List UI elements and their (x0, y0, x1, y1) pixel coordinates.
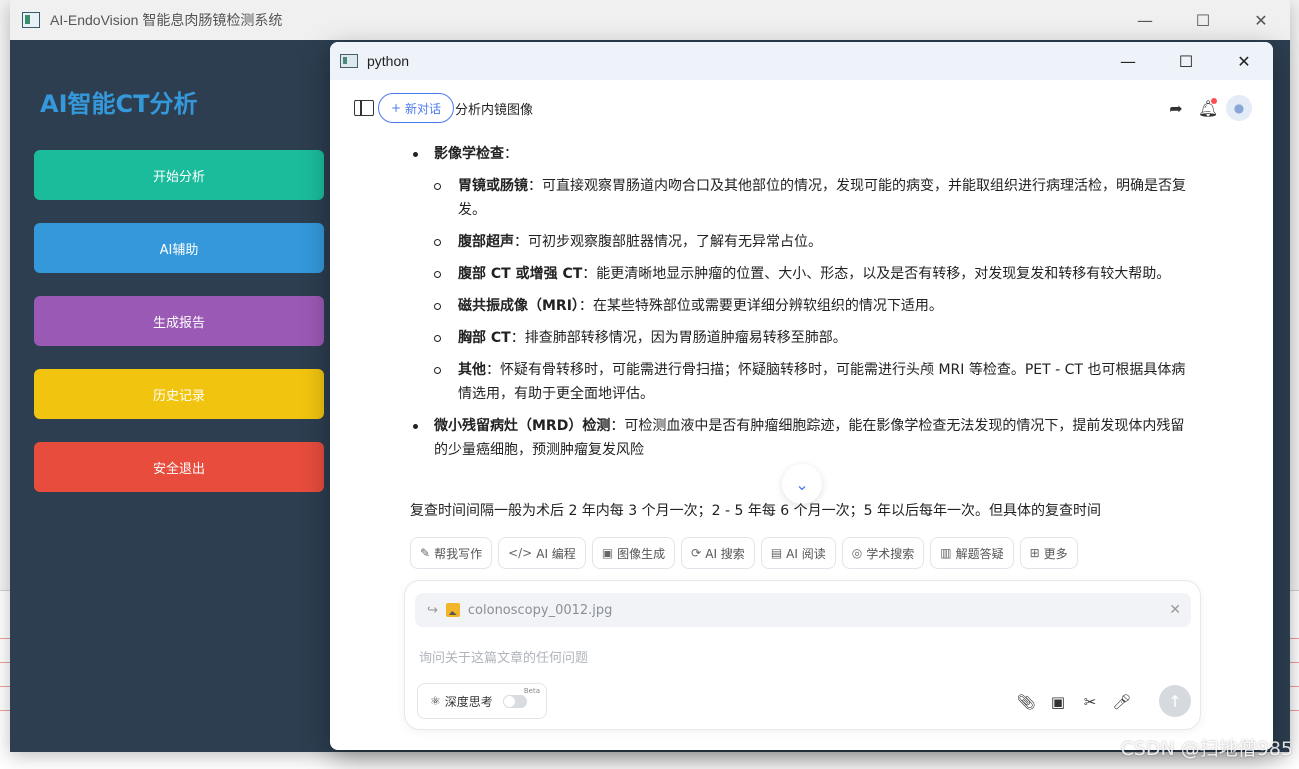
tool-label: 解题答疑 (955, 546, 1004, 561)
tool-icon: ◎ (851, 546, 863, 560)
main-window-title: AI-EndoVision 智能息肉肠镜检测系统 (50, 12, 283, 28)
plus-icon: + (390, 101, 402, 115)
item-term: 胸部 CT (458, 330, 511, 346)
notification-dot (1211, 98, 1217, 104)
tool-chip[interactable]: ▣ 图像生成 (591, 537, 676, 569)
scissors-icon[interactable]: ✂ (1079, 691, 1101, 713)
beta-badge: Beta (523, 687, 540, 695)
attachment-filename: colonoscopy_0012.jpg (467, 602, 613, 618)
sidebar-button-3[interactable]: 历史记录 (34, 369, 324, 419)
sub-list-item: 其他：怀疑有骨转移时，可能需进行骨扫描；怀疑脑转移时，可能需进行头颅 MRI 等… (410, 358, 1190, 406)
deep-think-toggle[interactable]: ⚛ 深度思考 Beta (417, 683, 547, 719)
sub-list-item: 腹部 CT 或增强 CT：能更清晰地显示肿瘤的位置、大小、形态，以及是否有转移，… (410, 262, 1190, 286)
toggle-switch[interactable] (502, 694, 527, 708)
sub-list-item: 磁共振成像（MRI）：在某些特殊部位或需要更详细分辨软组织的情况下适用。 (410, 294, 1190, 318)
sub-list-item: 腹部超声：可初步观察腹部脏器情况，了解有无异常占位。 (410, 230, 1190, 254)
tool-icon: ✎ (420, 546, 431, 560)
chat-close-button[interactable]: ✕ (1215, 42, 1273, 80)
main-titlebar: AI-EndoVision 智能息肉肠镜检测系统 — ☐ ✕ (10, 0, 1290, 40)
tool-label: AI 编程 (536, 546, 576, 561)
avatar[interactable]: ● (1226, 95, 1252, 121)
sidebar-button-0[interactable]: 开始分析 (34, 150, 324, 200)
item-text: ：排查肺部转移情况，因为胃肠道肿瘤易转移至肺部。 (510, 330, 847, 346)
send-button[interactable]: ↑ (1159, 685, 1191, 717)
share-icon[interactable]: ➦ (1164, 96, 1188, 120)
paperclip-icon[interactable]: 📎︎ (1015, 691, 1037, 713)
sub-list-item: 胸部 CT：排查肺部转移情况，因为胃肠道肿瘤易转移至肺部。 (410, 326, 1190, 350)
list-item: 影像学检查： (410, 142, 1190, 166)
item-term: 腹部超声 (458, 234, 514, 250)
tool-chip[interactable]: </> AI 编程 (498, 537, 586, 569)
chat-input-box: ↪ colonoscopy_0012.jpg ✕ 询问关于这篇文章的任何问题 ⚛… (404, 580, 1201, 730)
item-term: 磁共振成像（MRI） (458, 298, 579, 314)
tool-chip[interactable]: ✎ 帮我写作 (410, 537, 493, 569)
imaging-heading: 影像学检查 (434, 146, 504, 162)
item-text: ：可初步观察腹部脏器情况，了解有无异常占位。 (514, 234, 822, 250)
minimize-button[interactable]: — (1116, 0, 1174, 40)
item-text: ：怀疑有骨转移时，可能需进行骨扫描；怀疑脑转移时，可能需进行头颅 MRI 等检查… (458, 362, 1186, 402)
item-term: 胃镜或肠镜 (458, 178, 528, 194)
tool-icon: ▣ (601, 546, 614, 560)
new-chat-label: 新对话 (405, 101, 442, 116)
scroll-down-button[interactable]: ⌄ (782, 464, 822, 504)
item-text: ：能更清晰地显示肿瘤的位置、大小、形态，以及是否有转移，对发现复发和转移有较大帮… (582, 266, 1171, 282)
chat-maximize-button[interactable]: ☐ (1157, 42, 1215, 80)
tool-icon: ▤ (770, 546, 783, 560)
watermark: CSDN @扫地僧985 (1120, 738, 1293, 760)
tool-chip[interactable]: ⟳ AI 搜索 (681, 537, 755, 569)
item-text: ：在某些特殊部位或需要更详细分辨软组织的情况下适用。 (578, 298, 943, 314)
conversation-title: 分析内镜图像 (455, 103, 534, 118)
atom-icon: ⚛ (430, 694, 441, 708)
trailing-paragraph: 复查时间间隔一般为术后 2 年内每 3 个月一次；2 - 5 年每 6 个月一次… (410, 503, 1101, 519)
chat-window: python — ☐ ✕ + 新对话 分析内镜图像 ➦ 🔔︎ ● 影像学检查： … (330, 42, 1273, 750)
tool-chip[interactable]: ▥ 解题答疑 (930, 537, 1014, 569)
deep-think-label: 深度思考 (444, 694, 493, 709)
image-file-icon (445, 603, 460, 617)
sub-list-item: 胃镜或肠镜：可直接观察胃肠道内吻合口及其他部位的情况，发现可能的病变，并能取组织… (410, 174, 1190, 222)
tool-label: AI 搜索 (705, 546, 745, 561)
sidebar-brand: AI智能CT分析 (40, 90, 198, 118)
sidebar-button-4[interactable]: 安全退出 (34, 442, 324, 492)
sidebar-button-1[interactable]: AI辅助 (34, 223, 324, 273)
tool-chip[interactable]: ◎ 学术搜索 (841, 537, 925, 569)
image-upload-icon[interactable]: ▣ (1047, 691, 1069, 713)
tool-chip[interactable]: ⊞ 更多 (1019, 537, 1078, 569)
app-icon (22, 12, 40, 28)
item-term: 其他 (458, 362, 486, 378)
chat-window-title: python (367, 53, 410, 69)
tool-label: AI 阅读 (786, 546, 826, 561)
tool-label: 更多 (1043, 546, 1068, 561)
mrd-term: 微小残留病灶（MRD）检测 (434, 418, 611, 434)
sidebar-toggle-icon[interactable] (354, 100, 374, 116)
microphone-icon[interactable]: 🎤︎ (1111, 691, 1133, 713)
attachment-chip: ↪ colonoscopy_0012.jpg ✕ (415, 593, 1191, 627)
sidebar-button-2[interactable]: 生成报告 (34, 296, 324, 346)
python-app-icon (340, 54, 358, 68)
list-item: 微小残留病灶（MRD）检测：可检测血液中是否有肿瘤细胞踪迹，能在影像学检查无法发… (410, 414, 1190, 462)
item-text: ：可直接观察胃肠道内吻合口及其他部位的情况，发现可能的病变，并能取组织进行病理活… (458, 178, 1186, 218)
remove-attachment-icon[interactable]: ✕ (1169, 602, 1181, 618)
tool-chips: ✎ 帮我写作 </> AI 编程 ▣ 图像生成 ⟳ AI 搜索 ▤ AI 阅读 ◎ 学术搜索 ▥ 解题答疑… (410, 537, 1078, 569)
chat-titlebar: python — ☐ ✕ (330, 42, 1273, 80)
item-term: 腹部 CT 或增强 CT (458, 266, 583, 282)
tool-icon: </> (508, 546, 533, 560)
tool-label: 图像生成 (617, 546, 666, 561)
message-input[interactable]: 询问关于这篇文章的任何问题 (419, 647, 588, 666)
tool-label: 帮我写作 (434, 546, 483, 561)
tool-icon: ⟳ (691, 546, 702, 560)
maximize-button[interactable]: ☐ (1174, 0, 1232, 40)
tool-icon: ⊞ (1029, 546, 1040, 560)
new-chat-button[interactable]: + 新对话 (378, 93, 454, 123)
tool-label: 学术搜索 (866, 546, 915, 561)
reply-arrow-icon: ↪ (427, 602, 438, 618)
close-button[interactable]: ✕ (1232, 0, 1290, 40)
chat-minimize-button[interactable]: — (1099, 42, 1157, 80)
tool-icon: ▥ (940, 546, 952, 560)
tool-chip[interactable]: ▤ AI 阅读 (760, 537, 836, 569)
